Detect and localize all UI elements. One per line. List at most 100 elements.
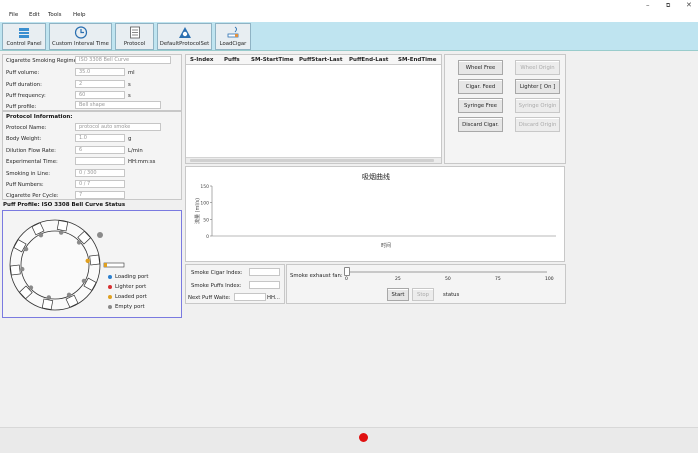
body-weight-label: Body Weight: [6,136,42,142]
maximize-icon[interactable]: ⧉ [666,2,670,10]
puff-numbers-label: Puff Numbers: [6,182,44,188]
load-cigar-label: LoadCigar [219,41,247,47]
close-icon[interactable]: ✕ [686,1,692,9]
fan-tick-label: 0 [345,277,348,282]
puff-frequency-field[interactable]: 60 [75,91,125,99]
protocol-label: Protocol [123,41,146,47]
protocol-button[interactable]: Protocol [115,23,154,50]
start-button[interactable]: Start [387,288,409,301]
smoke-cigar-index-field [249,268,280,276]
syringe-free-button[interactable]: Syringe Free [458,98,503,113]
lighter-port-dot [108,285,112,289]
y-tick-label: 100 [200,201,209,207]
stop-button[interactable]: Stop [412,288,434,301]
body-weight-field[interactable]: 1.0 [75,134,125,142]
dilution-flow-field[interactable]: 6 [75,146,125,154]
minimize-icon[interactable]: – [646,1,650,9]
legend-loading: Loading port [108,272,148,282]
menu-file[interactable]: File [9,12,18,18]
puff-frequency-label: Puff frequency: [6,93,46,99]
discard-origin-button[interactable]: Discard Origin [515,117,560,132]
custom-interval-time-button[interactable]: Custom Interval Time [49,23,112,50]
chart-title: 吸烟曲线 [362,172,390,181]
regimen-select[interactable]: ISO 3308 Bell Curve [75,56,171,64]
next-puff-wait-field [234,293,266,301]
puff-profile-field[interactable]: Bell shape [75,101,161,109]
cigar-feed-button[interactable]: Cigar. Feed [458,79,503,94]
fan-tick-label: 100 [545,277,554,282]
next-puff-wait-label: Next Puff Waite: [188,295,231,301]
port-dot [23,246,29,252]
experimental-time-label: Experimental Time: [6,159,58,165]
puff-duration-unit: s [128,82,131,88]
load-cigar-button[interactable]: LoadCigar [215,23,251,50]
port-dot [28,285,34,290]
next-puff-wait-unit: HH... [267,295,280,301]
puff-profile-title: Puff Profile: ISO 3308 Bell Curve Status [3,202,126,208]
hscroll-thumb[interactable] [190,159,434,162]
menu-help[interactable]: Help [73,12,86,18]
port-dot [81,278,87,284]
smoke-puffs-index-field [249,281,280,289]
experimental-time-field[interactable] [75,157,125,165]
col-puffstart-last[interactable]: PuffStart-Last [299,57,342,63]
puff-volume-field[interactable]: 35.0 [75,68,125,76]
loading-port-dot [108,275,112,279]
default-protocol-set-button[interactable]: DefaultProtocolSet [157,23,212,50]
wheel-origin-button[interactable]: Wheel Origin [515,60,560,75]
menu-edit[interactable]: Edit [29,12,40,18]
col-sm-starttime[interactable]: SM-StartTime [251,57,293,63]
control-button-panel: Wheel Free Wheel Origin Cigar. Feed Ligh… [444,54,566,164]
discard-cigar-button[interactable]: Discard Cigar. [458,117,503,132]
lighter-button[interactable]: Lighter [ On ] [515,79,560,94]
fan-panel: Smoke exhaust fan: 0 25 50 75 100 Start Stop… [286,264,566,304]
fan-tick-label: 75 [495,277,501,282]
regimen-panel: Cigarette Smoking Regimens: ISO 3308 Bel… [2,54,182,111]
col-puffend-last[interactable]: PuffEnd-Last [349,57,388,63]
wheel-free-button[interactable]: Wheel Free [458,60,503,75]
port-dot [46,295,52,300]
col-puffs[interactable]: Puffs [224,57,240,63]
default-protocol-set-label: DefaultProtocolSet [159,41,210,47]
carousel-slot [89,254,101,266]
protocol-name-field[interactable]: protocol auto smoke [75,123,161,131]
custom-interval-time-label: Custom Interval Time [52,41,109,47]
puff-volume-label: Puff volume: [6,70,40,76]
protocol-info-panel: Protocol Information: Protocol Name: pro… [2,111,182,200]
table-hscrollbar[interactable] [186,157,441,163]
exhaust-fan-label: Smoke exhaust fan: [290,273,343,279]
port-dot [38,232,44,238]
run-status-label: status [443,292,460,298]
carousel-slot [41,298,54,310]
smoking-in-line-field: 0 / 300 [75,169,125,177]
cigarette-per-cycle-field: 7 [75,191,125,199]
col-sm-endtime[interactable]: SM-EndTime [398,57,436,63]
syringe-origin-button[interactable]: Syringe Origin [515,98,560,113]
col-s-index[interactable]: S-Index [190,57,213,63]
record-indicator[interactable] [359,433,368,442]
legend-empty: Empty port [108,302,148,312]
experimental-time-unit: HH:mm:ss [128,159,156,165]
fan-slider-track[interactable] [347,271,547,273]
carousel-panel: Loading port Lighter port Loaded port Em… [2,210,182,318]
puff-duration-field[interactable]: 2 [75,80,125,88]
menu-bar: File Edit Tools Help [0,11,698,22]
carousel-legend: Loading port Lighter port Loaded port Em… [108,272,148,312]
port-dot [85,258,90,264]
table-header: S-Index Puffs SM-StartTime PuffStart-Las… [186,55,441,65]
clock-icon [74,26,87,39]
puff-numbers-field: 0 / 7 [75,180,125,188]
dilution-flow-label: Dilution Flow Rate: [6,148,56,154]
bottom-bar [0,427,698,453]
fan-slider-ticks: 0 25 50 75 100 [345,277,554,283]
control-panel-button[interactable]: Control Panel [2,23,46,50]
settings-triangle-icon [178,27,191,38]
menu-tools[interactable]: Tools [48,12,62,18]
legend-lighter-label: Lighter port [115,284,147,290]
protocol-info-title: Protocol Information: [6,114,73,120]
port-dot [20,266,25,272]
x-axis-label: 时间 [381,242,391,249]
title-bar: – ⧉ ✕ [0,0,698,11]
fan-slider-thumb[interactable] [344,267,350,276]
legend-lighter: Lighter port [108,282,148,292]
